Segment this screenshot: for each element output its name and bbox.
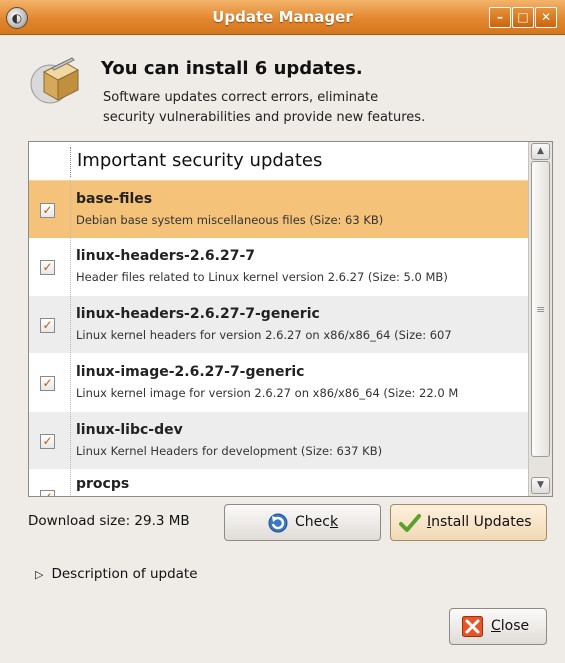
expander-arrow-icon: ▷ xyxy=(35,568,44,581)
updates-list[interactable]: Important security updates ✓ base-files … xyxy=(28,141,553,497)
expander-label: Description of update xyxy=(51,566,198,582)
update-description: Linux kernel headers for version 2.6.27 … xyxy=(76,328,452,342)
update-description: Header files related to Linux kernel ver… xyxy=(76,270,448,284)
update-checkbox[interactable]: ✓ xyxy=(40,203,55,218)
scrollbar-thumb[interactable]: ≡ xyxy=(531,161,550,457)
maximize-button[interactable]: □ xyxy=(512,7,534,28)
vertical-scrollbar[interactable]: ▲ ≡ ▼ xyxy=(528,142,552,496)
list-item[interactable]: ✓ base-files Debian base system miscella… xyxy=(29,180,528,238)
titlebar[interactable]: ◐ Update Manager – □ ✕ xyxy=(0,0,565,35)
package-box-icon xyxy=(30,57,80,104)
checkmark-icon xyxy=(399,514,421,532)
refresh-icon xyxy=(268,513,288,533)
update-description: Linux kernel image for version 2.6.27 on… xyxy=(76,386,459,400)
tree-line xyxy=(70,181,72,238)
update-description: Linux Kernel Headers for development (Si… xyxy=(76,444,383,458)
list-item[interactable]: ✓ procps xyxy=(29,470,528,496)
scroll-down-arrow-icon[interactable]: ▼ xyxy=(531,477,550,494)
description-expander[interactable]: ▷ Description of update xyxy=(35,566,198,582)
tree-line xyxy=(70,147,72,177)
update-manager-window: ◐ Update Manager – □ ✕ You can install 6… xyxy=(0,0,565,663)
tree-line xyxy=(70,412,72,469)
mnemonic: C xyxy=(491,618,501,634)
update-description: Debian base system miscellaneous files (… xyxy=(76,213,384,227)
header-description: Software updates correct errors, elimina… xyxy=(103,90,426,125)
update-name: linux-image-2.6.27-7-generic xyxy=(76,364,305,380)
update-name: linux-headers-2.6.27-7-generic xyxy=(76,306,320,322)
tree-line xyxy=(70,470,72,496)
group-header: Important security updates xyxy=(29,142,528,181)
update-name: base-files xyxy=(76,191,153,207)
update-name: procps xyxy=(76,476,130,492)
page-title: You can install 6 updates. xyxy=(101,58,363,79)
check-button[interactable]: Check xyxy=(224,504,381,541)
check-button-label: Check xyxy=(295,514,338,530)
install-updates-label: Install Updates xyxy=(427,514,532,530)
grip-icon: ≡ xyxy=(536,303,546,316)
update-checkbox[interactable]: ✓ xyxy=(40,490,55,496)
group-title: Important security updates xyxy=(77,150,323,171)
minimize-button[interactable]: – xyxy=(489,7,511,28)
update-checkbox[interactable]: ✓ xyxy=(40,260,55,275)
label-text: Chec xyxy=(295,514,330,530)
download-size-label: Download size: 29.3 MB xyxy=(28,513,190,529)
close-button-label: Close xyxy=(491,618,529,634)
mnemonic: k xyxy=(329,514,339,530)
update-checkbox[interactable]: ✓ xyxy=(40,376,55,391)
list-item[interactable]: ✓ linux-image-2.6.27-7-generic Linux ker… xyxy=(29,354,528,411)
list-item[interactable]: ✓ linux-headers-2.6.27-7 Header files re… xyxy=(29,238,528,295)
label-text: nstall Updates xyxy=(431,514,532,530)
list-item[interactable]: ✓ linux-headers-2.6.27-7-generic Linux k… xyxy=(29,296,528,353)
tree-line xyxy=(70,296,72,353)
install-updates-button[interactable]: Install Updates xyxy=(390,504,547,541)
close-x-icon xyxy=(462,616,483,637)
updates-list-viewport: Important security updates ✓ base-files … xyxy=(29,142,528,496)
close-button[interactable]: Close xyxy=(449,608,547,645)
window-title: Update Manager xyxy=(212,8,353,26)
close-window-button[interactable]: ✕ xyxy=(535,7,557,28)
update-checkbox[interactable]: ✓ xyxy=(40,434,55,449)
scroll-up-arrow-icon[interactable]: ▲ xyxy=(531,143,550,160)
tree-line xyxy=(70,354,72,411)
list-item[interactable]: ✓ linux-libc-dev Linux Kernel Headers fo… xyxy=(29,412,528,469)
update-name: linux-headers-2.6.27-7 xyxy=(76,248,255,264)
update-checkbox[interactable]: ✓ xyxy=(40,318,55,333)
update-name: linux-libc-dev xyxy=(76,422,183,438)
tree-line xyxy=(70,238,72,295)
label-text: lose xyxy=(500,618,530,634)
